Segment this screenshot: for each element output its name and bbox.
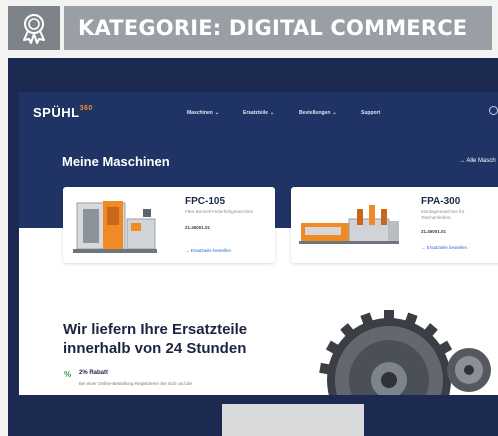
machine-model: FPA-300 — [421, 196, 461, 207]
logo[interactable]: SPÜHL360 — [33, 105, 93, 120]
chevron-down-icon: ⌄ — [214, 110, 220, 116]
gear-image — [319, 310, 491, 395]
logo-sup: 360 — [79, 104, 93, 112]
machine-card[interactable]: FPC-105 Flexi Bonnell Federfertigmaschin… — [63, 187, 275, 263]
nav-label: Ersatzteile — [243, 110, 269, 116]
machine-card[interactable]: FPA-300 Montagemaschine für Taschenfeder… — [291, 187, 498, 263]
nav-label: Maschinen — [187, 110, 213, 116]
machine-description: Montagemaschine für Taschenfedern — [421, 209, 465, 220]
benefit-label: 2% Rabatt — [79, 370, 109, 376]
chevron-down-icon: ⌄ — [270, 110, 275, 116]
category-title: KATEGORIE: DIGITAL COMMERCE — [78, 16, 468, 40]
nav-label: Support — [361, 110, 381, 116]
award-ribbon-icon — [8, 6, 60, 50]
nav-label: Bestellungen — [299, 110, 331, 116]
nav-item-maschinen[interactable]: Maschinen ⌄ — [187, 110, 219, 116]
top-nav: SPÜHL360 Maschinen ⌄ Ersatzteile ⌄ Bestell… — [19, 92, 498, 130]
promo-title-line-1: Wir liefern Ihre Ersatzteile — [63, 321, 248, 338]
order-parts-link[interactable]: → Ersatzteile bestellen — [185, 248, 231, 253]
website-screen: SPÜHL360 Maschinen ⌄ Ersatzteile ⌄ Bestell… — [19, 92, 498, 395]
machine-image — [73, 201, 157, 253]
machine-number: 21.46001.01 — [421, 229, 447, 234]
search-icon[interactable] — [489, 106, 498, 115]
machine-model: FPC-105 — [185, 196, 226, 207]
chevron-down-icon: ⌄ — [332, 110, 337, 116]
category-banner: KATEGORIE: DIGITAL COMMERCE — [8, 6, 492, 50]
all-machines-link[interactable]: → Alle Masch — [459, 158, 496, 164]
machine-number: 21.46001.01 — [185, 225, 211, 230]
page-title: Meine Maschinen — [62, 154, 170, 169]
nav-item-support[interactable]: Support — [361, 110, 380, 116]
percent-icon: % — [64, 370, 72, 379]
display-stand — [222, 404, 364, 436]
nav-item-ersatzteile[interactable]: Ersatzteile ⌄ — [243, 110, 274, 116]
order-parts-link[interactable]: → Ersatzteile bestellen — [421, 245, 467, 250]
machine-image — [299, 205, 399, 244]
benefit-text: Bei einer Online-Bestellung Registrieren… — [79, 381, 193, 386]
machine-description: Flexi Bonnell Federfertigmaschine — [185, 209, 254, 214]
promo-title: Wir liefern Ihre Ersatzteile innerhalb v… — [63, 320, 247, 358]
logo-text: SPÜHL — [33, 105, 80, 120]
category-title-box: KATEGORIE: DIGITAL COMMERCE — [64, 6, 492, 50]
nav-item-bestellungen[interactable]: Bestellungen ⌄ — [299, 110, 337, 116]
promo-title-line-2: innerhalb von 24 Stunden — [63, 340, 247, 357]
